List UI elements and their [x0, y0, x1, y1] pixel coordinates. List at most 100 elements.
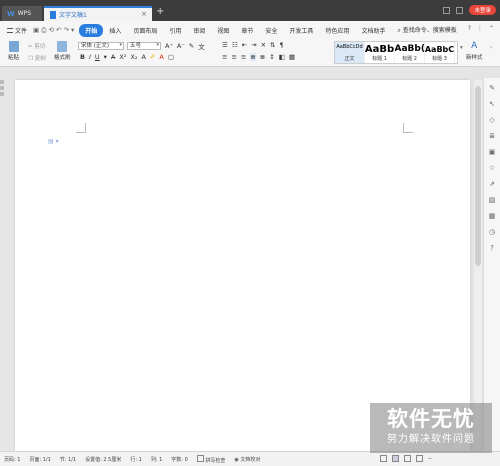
collapse-ribbon-icon[interactable]: ⌃ [489, 25, 494, 32]
tab-references[interactable]: 引用 [163, 24, 187, 37]
align-center-icon[interactable]: ≡ [231, 53, 236, 61]
file-menu[interactable]: 文件 [7, 26, 27, 35]
underline-dropdown-icon[interactable]: ▾ [104, 53, 107, 61]
status-bar: 页码: 1 页面: 1/1 节: 1/1 设置值: 2.5厘米 行: 1 列: … [0, 451, 500, 466]
document-tab[interactable]: 文字文稿1 × [44, 6, 152, 21]
proofread-button[interactable]: ◉ 文档校对 [234, 456, 260, 463]
superscript-icon[interactable]: X² [119, 53, 126, 61]
tab-doc-assistant[interactable]: 文档助手 [355, 24, 391, 37]
shading-icon[interactable]: ◧ [279, 53, 285, 61]
cut-button[interactable]: ✂ 剪切 [28, 42, 46, 50]
tab-insert[interactable]: 插入 [103, 24, 127, 37]
font-color-icon[interactable]: A [159, 53, 163, 61]
tab-page-layout[interactable]: 页面布局 [127, 24, 163, 37]
page-view-icon[interactable] [391, 455, 399, 462]
margin-corner-top-right [403, 123, 413, 133]
tag-icon[interactable]: ◇ [488, 116, 496, 124]
style-normal[interactable]: AaBbCcDd 正文 [335, 42, 365, 63]
login-button[interactable]: 未登录 [469, 5, 496, 15]
align-right-icon[interactable]: ≡ [241, 53, 246, 61]
tab-view[interactable]: 视图 [211, 24, 235, 37]
web-view-icon[interactable] [415, 455, 423, 462]
spell-check-button[interactable]: 拼写检查 [196, 454, 225, 464]
share-icon[interactable]: ⇗ [488, 180, 496, 188]
wps-home-tab[interactable]: W WPS [2, 6, 42, 21]
grow-font-icon[interactable]: A⁺ [165, 42, 173, 50]
format-painter-button[interactable]: 格式刷 [54, 41, 71, 61]
justify-icon[interactable]: ≣ [250, 53, 256, 61]
table-icon[interactable]: ▦ [488, 212, 496, 220]
outline-view-icon[interactable] [403, 455, 411, 462]
right-sidebar: ✎ ↖ ◇ ≣ ▣ ☆ ⇗ ▨ ▦ ◷ ? [483, 78, 500, 451]
style-pane-icon[interactable]: ≣ [488, 132, 496, 140]
style-sample: AaBbCcDd [336, 44, 363, 50]
tab-review[interactable]: 审阅 [187, 24, 211, 37]
distribute-icon[interactable]: ≣ [260, 53, 265, 61]
vertical-scrollbar[interactable] [474, 80, 482, 451]
eye-protect-icon[interactable] [379, 455, 387, 462]
help-circle-icon[interactable]: ? [488, 244, 496, 252]
underline-icon[interactable]: U [95, 53, 100, 61]
window-mode-icon[interactable] [443, 6, 451, 14]
style-heading-2[interactable]: AaBb( 标题 2 [395, 42, 425, 63]
font-name-select[interactable]: 宋体 (正文) [78, 42, 124, 50]
phonetic-icon[interactable]: 文 [198, 41, 205, 51]
show-marks-icon[interactable]: ¶ [279, 41, 283, 49]
edit-icon[interactable]: ✎ [488, 84, 496, 92]
status-word-count[interactable]: 字数: 0 [171, 456, 187, 463]
line-spacing-icon[interactable]: ↕ [269, 53, 274, 61]
new-tab-button[interactable]: + [156, 6, 164, 18]
history-icon[interactable]: ◷ [488, 228, 496, 236]
style-heading-1[interactable]: AaBb 标题 1 [365, 42, 395, 63]
more-options-icon[interactable]: ⋮ [477, 25, 483, 32]
highlight-icon[interactable]: ✐ [150, 53, 155, 61]
increase-indent-icon[interactable]: ⇥ [251, 41, 256, 49]
clear-format-icon[interactable]: ✎ [189, 42, 194, 50]
tab-security[interactable]: 安全 [259, 24, 283, 37]
document-page[interactable] [15, 80, 470, 451]
document-icon [50, 10, 56, 19]
tab-features[interactable]: 特色应用 [319, 24, 355, 37]
quick-access-icons[interactable]: ▣ ⎙ ⟲ ↶ ↷ ▾ [33, 26, 74, 35]
shrink-font-icon[interactable]: A⁻ [177, 42, 185, 50]
char-border-icon[interactable]: ▢ [168, 53, 174, 61]
style-heading-3[interactable]: AaBbC 标题 3 [425, 42, 455, 63]
sort-icon[interactable]: ⇅ [270, 41, 275, 49]
border-icon[interactable]: ▦ [289, 53, 295, 61]
watermark-logo: 软件无忧 努力解决软件问题 [370, 403, 492, 453]
chinese-layout-icon[interactable]: ✕ [261, 41, 266, 49]
new-style-button[interactable]: A 新样式 [466, 41, 483, 61]
star-icon[interactable]: ☆ [488, 164, 496, 172]
font-size-select[interactable]: 五号 [127, 42, 161, 50]
close-tab-icon[interactable]: × [141, 10, 147, 18]
strikethrough-icon[interactable]: A̶ [111, 53, 115, 61]
help-button[interactable]: ? [468, 25, 471, 32]
tab-home[interactable]: 开始 [79, 23, 104, 37]
proofread-label: 文档校对 [240, 456, 261, 463]
numbered-list-icon[interactable]: ☷ [232, 41, 238, 49]
status-section: 节: 1/1 [59, 456, 77, 463]
ribbon-scroll-right[interactable]: › [490, 45, 492, 51]
style-gallery-more[interactable]: ▾ [460, 45, 463, 51]
image-icon[interactable]: ▨ [488, 196, 496, 204]
command-search-label: 查找命令、搜索模板 [402, 27, 457, 34]
decrease-indent-icon[interactable]: ⇤ [242, 41, 247, 49]
skin-icon[interactable] [456, 6, 464, 14]
clipboard-icon[interactable]: ▣ [488, 148, 496, 156]
subscript-icon[interactable]: X₂ [130, 53, 137, 61]
bullet-list-icon[interactable]: ☰ [222, 41, 228, 49]
text-effect-icon[interactable]: A [142, 53, 146, 61]
tab-developer[interactable]: 开发工具 [283, 24, 319, 37]
tab-chapter[interactable]: 章节 [235, 24, 259, 37]
bold-icon[interactable]: B [80, 53, 85, 61]
cursor-icon[interactable]: ↖ [488, 100, 496, 108]
align-left-icon[interactable]: ≡ [222, 53, 227, 61]
scrollbar-thumb[interactable] [475, 86, 481, 266]
copy-button[interactable]: ❐ 复制 [28, 54, 46, 62]
zoom-out-icon[interactable]: − [428, 456, 432, 462]
italic-icon[interactable]: I [89, 53, 91, 61]
command-search[interactable]: ⌕ 查找命令、搜索模板 [397, 25, 456, 35]
style-sample: AaBb [364, 44, 395, 55]
paste-button[interactable]: 粘贴 [8, 41, 19, 61]
status-page-number[interactable]: 页码: 1 [4, 456, 20, 463]
